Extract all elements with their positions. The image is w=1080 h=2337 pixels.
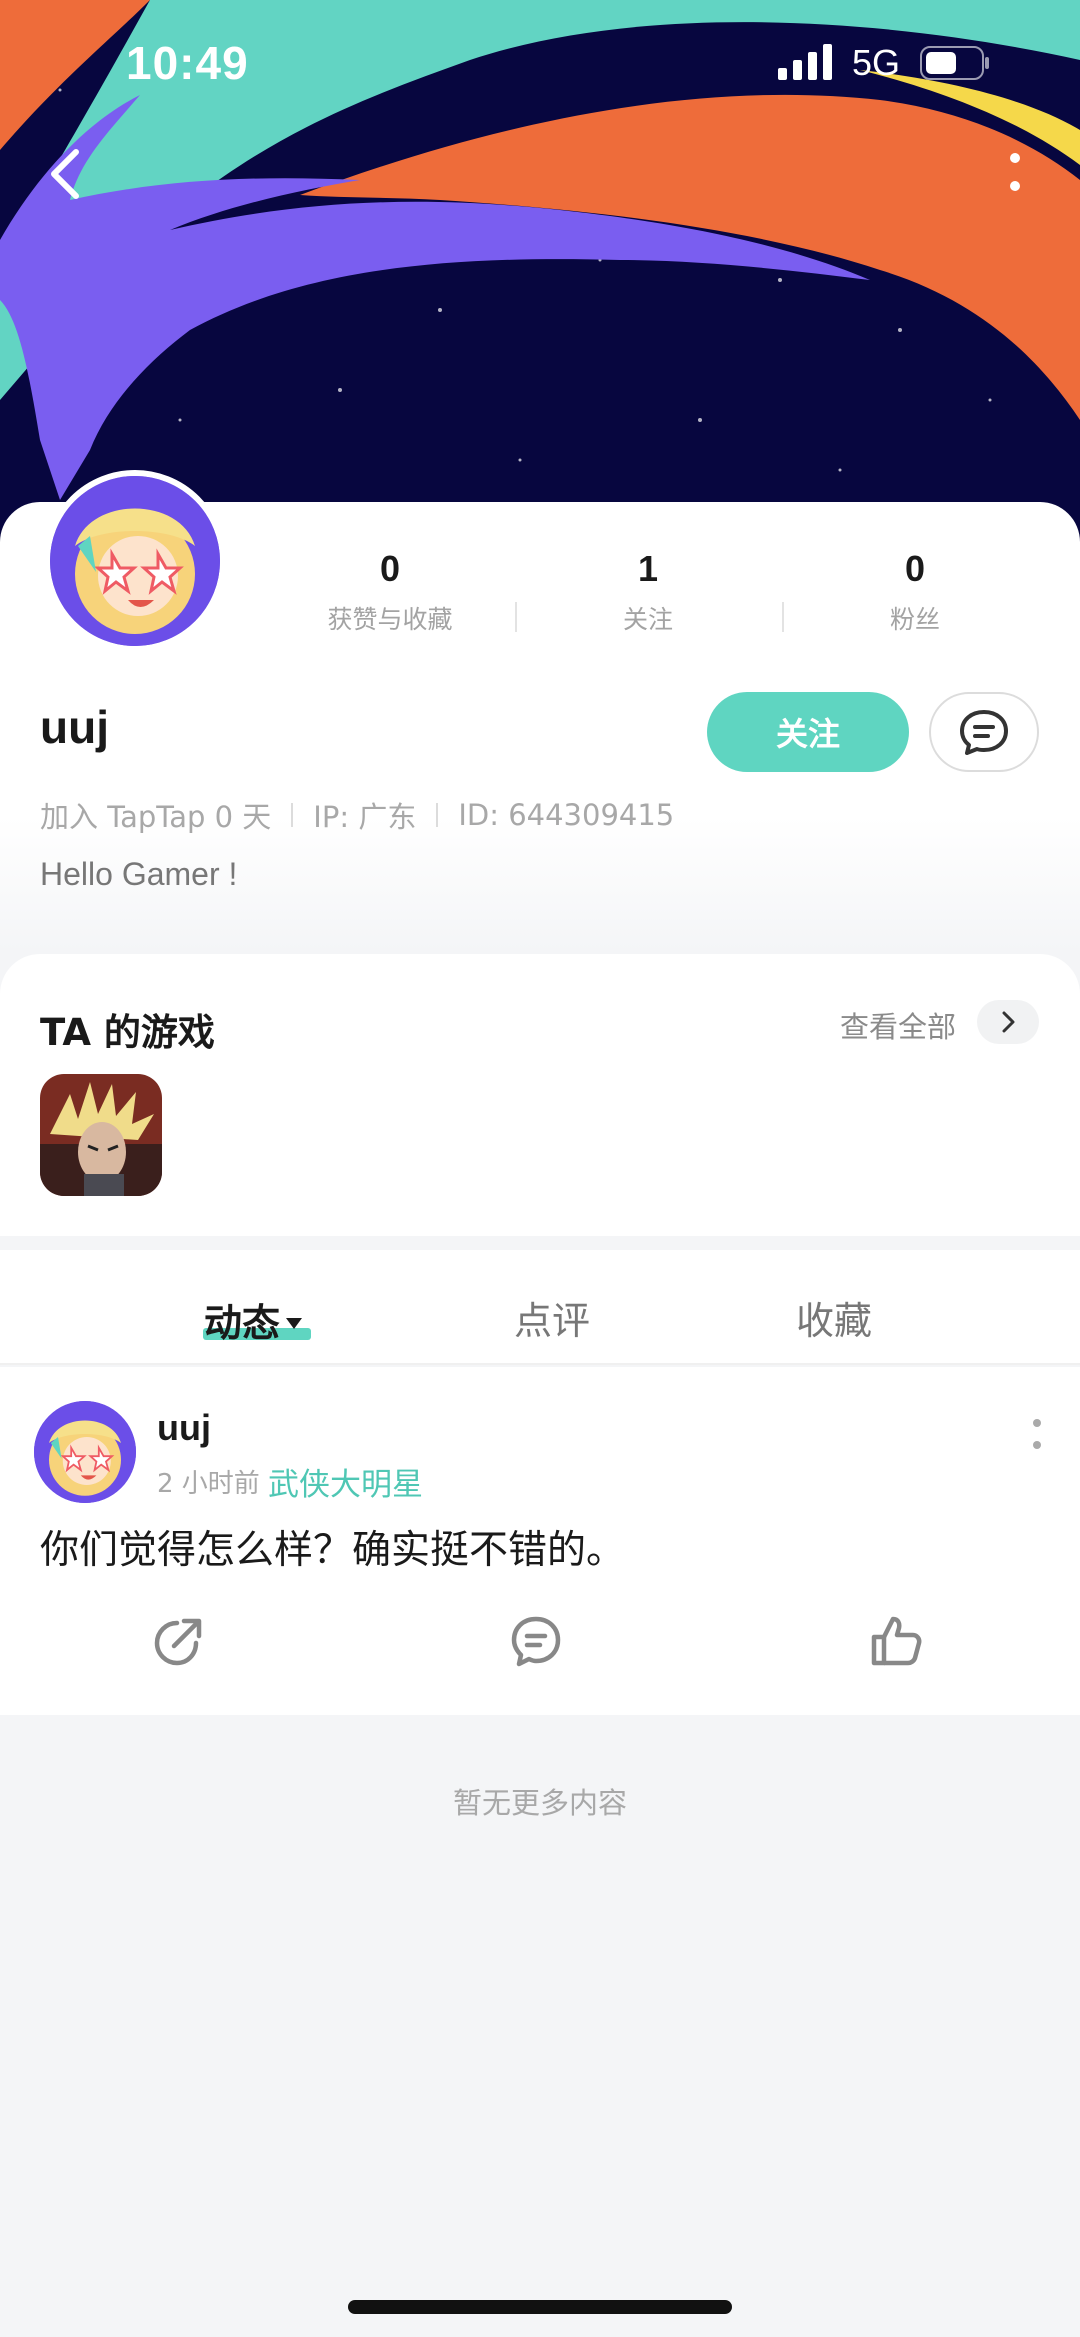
stat-label: 关注 [622, 605, 673, 634]
post-content: 你们觉得怎么样？确实挺不错的。 [40, 1528, 626, 1573]
profile-stats: 0 获赞与收藏 1 关注 0 粉丝 [290, 548, 1040, 638]
ip-location: IP: 广东 [313, 800, 417, 834]
profile-username: uuj [40, 701, 109, 753]
stat-following[interactable]: 1 关注 [548, 548, 748, 636]
post-author[interactable]: uuj [157, 1407, 211, 1449]
chat-bubble-icon [960, 710, 1008, 755]
stat-divider [515, 602, 517, 632]
meta-divider [436, 803, 439, 827]
network-type: 5G [852, 42, 901, 83]
stat-value: 0 [379, 548, 401, 589]
chevron-right-icon [1002, 1011, 1015, 1033]
no-more-content: 暂无更多内容 [452, 1786, 627, 1820]
post-time: 2 小时前 [157, 1469, 260, 1499]
status-time: 10:49 [126, 37, 249, 89]
stat-fans[interactable]: 0 粉丝 [815, 548, 1015, 636]
follow-button[interactable]: 关注 [707, 692, 909, 772]
tab-reviews[interactable]: 点评 [514, 1290, 590, 1345]
join-days: 加入 TapTap 0 天 [40, 800, 272, 834]
home-indicator[interactable] [348, 2300, 732, 2314]
view-all-link[interactable]: 查看全部 [840, 1004, 956, 1046]
like-icon[interactable] [866, 1611, 926, 1671]
profile-avatar[interactable] [44, 470, 226, 652]
cellular-signal-icon [778, 44, 832, 80]
feed-post[interactable]: uuj 2 小时前 武侠大明星 你们觉得怎么样？确实挺不错的。 [0, 1367, 1080, 1715]
tab-activity[interactable]: 动态 [204, 1292, 303, 1347]
tab-favorites[interactable]: 收藏 [796, 1290, 872, 1345]
message-button[interactable] [929, 692, 1039, 772]
status-bar: 10:49 5G [0, 0, 1080, 130]
stat-label: 粉丝 [889, 605, 940, 634]
battery-icon [920, 46, 989, 80]
stat-divider [782, 602, 784, 632]
more-options-icon[interactable] [1000, 148, 1030, 198]
stat-value: 1 [637, 548, 659, 589]
content-tabs: 动态 点评 收藏 [0, 1250, 1080, 1365]
game-icon[interactable] [40, 1074, 162, 1196]
user-id: ID: 644309415 [458, 798, 675, 832]
stat-label: 获赞与收藏 [327, 605, 453, 634]
caret-down-icon[interactable] [286, 1318, 303, 1329]
view-all-button[interactable] [977, 1000, 1039, 1044]
post-more-icon[interactable] [1030, 1417, 1044, 1453]
post-avatar[interactable] [34, 1401, 136, 1503]
tab-label: 动态 [204, 1301, 281, 1345]
profile-bio: Hello Gamer ! [40, 856, 238, 892]
stat-likes[interactable]: 0 获赞与收藏 [290, 548, 490, 636]
back-icon[interactable] [40, 146, 96, 202]
post-game-tag[interactable]: 武侠大明星 [268, 1459, 423, 1504]
share-icon[interactable] [148, 1611, 208, 1671]
profile-meta: 加入 TapTap 0 天 IP: 广东 ID: 644309415 [40, 794, 674, 836]
games-section: TA 的游戏 查看全部 [0, 954, 1080, 1236]
comment-icon[interactable] [506, 1611, 566, 1671]
stat-value: 0 [904, 548, 926, 589]
games-title: TA 的游戏 [40, 1011, 215, 1054]
meta-divider [291, 803, 294, 827]
